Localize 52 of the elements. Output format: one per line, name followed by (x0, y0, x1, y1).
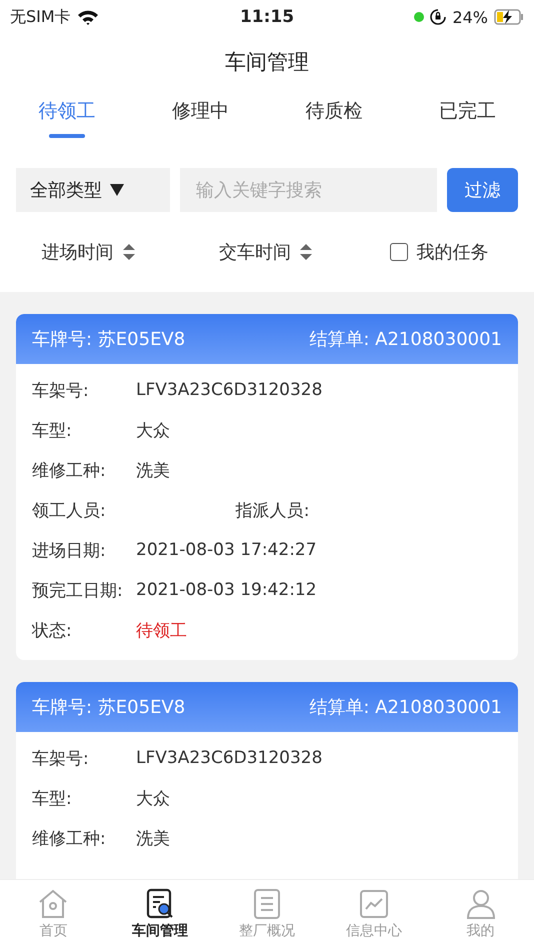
field-label: 预完工日期: (32, 580, 124, 602)
field-value: 洗美 (136, 828, 170, 850)
checkbox-label: 我的任务 (416, 241, 488, 264)
plate-number: 车牌号: 苏E05EV8 (32, 696, 186, 719)
tab[interactable]: 待质检 (305, 98, 362, 150)
field-label: 维修工种: (32, 828, 107, 850)
plate-number: 车牌号: 苏E05EV8 (32, 328, 186, 351)
field-label: 状态: (32, 620, 73, 642)
field-value: 洗美 (136, 460, 170, 482)
type-dropdown[interactable]: 全部类型 (16, 168, 170, 212)
tab[interactable]: 修理中 (172, 98, 229, 150)
field-value: 大众 (136, 420, 170, 442)
nav-tab[interactable]: 车间管理 (110, 880, 210, 950)
clock-time: 11:15 (240, 7, 294, 27)
status-value: 待领工 (136, 620, 187, 642)
dropdown-triangle-icon (110, 184, 124, 196)
wifi-icon (76, 9, 99, 25)
sort-icon (122, 243, 136, 261)
sort-icon (298, 243, 313, 261)
battery-percent: 24% (452, 8, 488, 26)
field-label: 领工人员: (32, 500, 106, 522)
rotation-lock-icon (430, 9, 446, 25)
checkbox[interactable] (390, 243, 408, 261)
field-label: 车型: (32, 788, 73, 810)
field-label: 车架号: (32, 748, 90, 770)
dot-icon (414, 12, 424, 22)
field-value: 大众 (136, 788, 170, 810)
sort-button[interactable]: 交车时间 (212, 239, 319, 265)
page-title: 车间管理 (224, 49, 310, 76)
tab[interactable]: 待领工 (38, 98, 96, 150)
field-label: 维修工种: (32, 460, 107, 482)
order-card[interactable]: 车牌号: 苏E05EV8 结算单: A2108030001 车架号: LFV3A23C6D3120328 车型: 大众 维修工种: 洗美 (16, 682, 518, 879)
chart-icon (358, 888, 390, 920)
search-field[interactable]: 输入关键字搜索 (180, 168, 437, 212)
field-value: 2021-08-03 19:42:12 (136, 580, 317, 600)
tab[interactable]: 已完工 (438, 98, 496, 150)
order-number: 结算单: A2108030001 (309, 328, 502, 351)
user-icon (464, 888, 497, 920)
home-icon (37, 888, 70, 920)
sort-button[interactable]: 进场时间 (36, 239, 142, 265)
field-label: 车架号: (32, 380, 90, 402)
order-card[interactable]: 车牌号: 苏E05EV8 结算单: A2108030001 车架号: LFV3A23C6D3120328 车型: 大众 维修工种: 洗美 领工人员: 指派人员: 进场日期: 2021-08-03 17:42:27 预完工日期: 2021-08-03 19:42:12 状态: 待领工 (16, 314, 518, 660)
field-label: 车型: (32, 420, 73, 442)
field-value: LFV3A23C6D3120328 (136, 748, 322, 768)
field-value: 2021-08-03 17:42:27 (136, 540, 317, 560)
filter-button[interactable]: 过滤 (446, 168, 518, 212)
field-value: LFV3A23C6D3120328 (136, 380, 322, 400)
order-number: 结算单: A2108030001 (309, 696, 502, 719)
field-label: 进场日期: (32, 540, 107, 562)
carrier-text: 无SIM卡 (10, 6, 71, 28)
field-label: 指派人员: (236, 500, 310, 522)
battery-charging-icon (494, 9, 524, 25)
